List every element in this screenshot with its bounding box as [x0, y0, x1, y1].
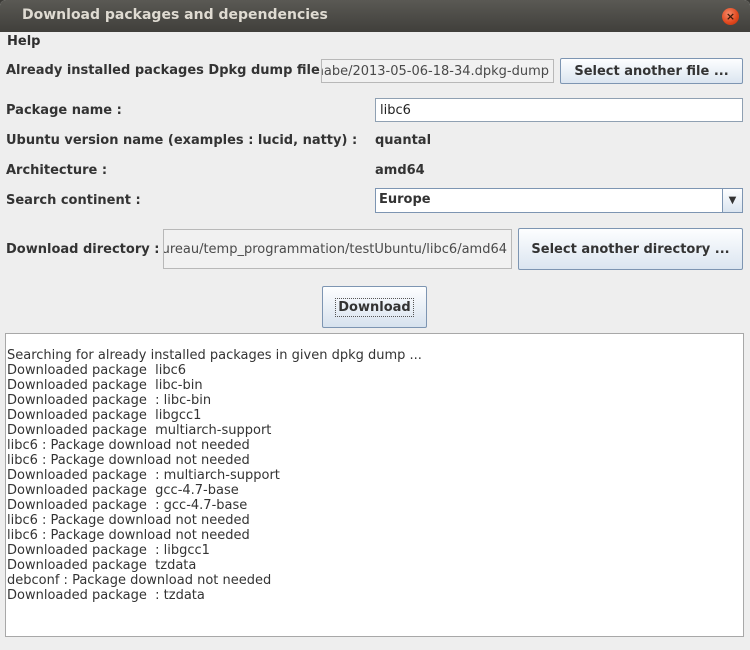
search-continent-value: Europe [379, 192, 431, 207]
package-name-input[interactable]: libc6 [375, 98, 743, 122]
download-directory-label: Download directory : [6, 242, 160, 257]
download-button-label: Download [335, 297, 414, 317]
log-line: libc6 : Package download not needed [7, 438, 250, 453]
log-line: Downloaded package multiarch-support [7, 423, 272, 438]
log-line: Downloaded package tzdata [7, 558, 197, 573]
package-name-value: libc6 [380, 102, 411, 118]
search-continent-label: Search continent : [6, 193, 141, 208]
log-line: Downloaded package libgcc1 [7, 408, 202, 423]
architecture-label: Architecture : [6, 163, 108, 178]
download-button[interactable]: Download [322, 286, 427, 328]
ubuntu-version-label: Ubuntu version name (examples : lucid, n… [6, 133, 358, 148]
window-title: Download packages and dependencies [22, 7, 328, 23]
log-line: libc6 : Package download not needed [7, 528, 250, 543]
search-continent-select[interactable]: Europe ▼ [375, 188, 743, 213]
package-name-label: Package name : [6, 103, 122, 118]
log-line: debconf : Package download not needed [7, 573, 272, 588]
log-line: Downloaded package : tzdata [7, 588, 205, 603]
chevron-down-icon[interactable]: ▼ [722, 189, 742, 212]
log-line: libc6 : Package download not needed [7, 453, 250, 468]
title-bar[interactable]: Download packages and dependencies × [0, 0, 750, 32]
dump-file-label: Already installed packages Dpkg dump fil… [6, 63, 330, 78]
log-line: Downloaded package : multiarch-support [7, 468, 280, 483]
log-line: Downloaded package : libc-bin [7, 393, 212, 408]
log-line: Downloaded package gcc-4.7-base [7, 483, 239, 498]
architecture-value: amd64 [375, 163, 425, 178]
menu-bar: Help [0, 32, 750, 52]
select-directory-button[interactable]: Select another directory ... [518, 228, 743, 270]
log-line: Searching for already installed packages… [7, 348, 422, 363]
log-line: Downloaded package : gcc-4.7-base [7, 498, 248, 513]
download-dialog: Download packages and dependencies × Hel… [0, 0, 750, 650]
select-file-button[interactable]: Select another file ... [560, 58, 743, 84]
dump-file-path-field: ernabe/2013-05-06-18-34.dpkg-dump [321, 59, 554, 83]
log-line: libc6 : Package download not needed [7, 513, 250, 528]
log-output[interactable]: Searching for already installed packages… [5, 333, 744, 637]
download-directory-path: e/Bureau/temp_programmation/testUbuntu/l… [163, 241, 507, 257]
log-line: Downloaded package : libgcc1 [7, 543, 210, 558]
log-line: Downloaded package libc6 [7, 363, 187, 378]
log-line: Downloaded package libc-bin [7, 378, 203, 393]
download-directory-path-field: e/Bureau/temp_programmation/testUbuntu/l… [163, 229, 512, 269]
ubuntu-version-value: quantal [375, 133, 432, 148]
close-icon[interactable]: × [722, 8, 739, 25]
dump-file-path: ernabe/2013-05-06-18-34.dpkg-dump [321, 63, 549, 79]
menu-help[interactable]: Help [7, 34, 40, 49]
